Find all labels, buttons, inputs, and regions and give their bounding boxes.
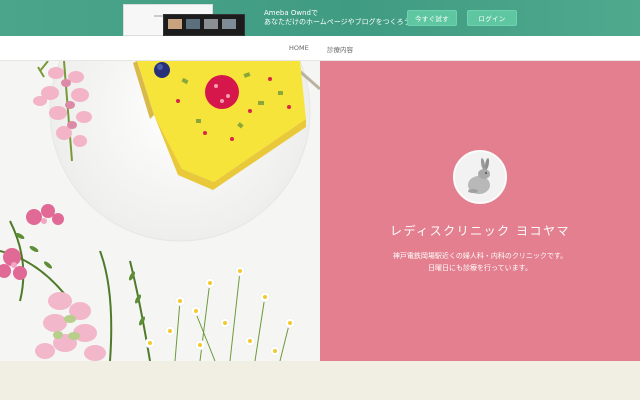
promo-text: Ameba Owndで あなただけのホームページやブログをつくろう [264,9,411,27]
cake-flowers-illustration [0,61,320,361]
hero-image [0,61,320,361]
promo-banner: Ameba Owndで あなただけのホームページやブログをつくろう 今すぐ試す … [0,0,640,36]
nav-item-home[interactable]: HOME [289,44,309,52]
promo-brand-line: Ameba Owndで [264,9,318,17]
preview-screenshot-dark [163,14,245,36]
description-line-2: 日曜日にも診療を行っています。 [428,264,532,272]
promo-tagline: あなただけのホームページやブログをつくろう [264,18,411,26]
description-line-1: 神戸電鉄岡場駅近くの婦人科・内科のクリニックです。 [392,252,568,260]
clinic-name: レディスクリニック ヨコヤマ [390,224,570,238]
site-nav: HOME 診療内容 [0,36,640,61]
hero-panel: レディスクリニック ヨコヤマ 神戸電鉄岡場駅近くの婦人科・内科のクリニックです。… [320,61,640,361]
rabbit-icon [453,150,507,204]
login-button[interactable]: ログイン [467,10,517,26]
try-now-button[interactable]: 今すぐ試す [407,10,457,26]
clinic-description: 神戸電鉄岡場駅近くの婦人科・内科のクリニックです。 日曜日にも診療を行っています… [320,250,640,274]
nav-item-medical[interactable]: 診療内容 [327,44,353,54]
